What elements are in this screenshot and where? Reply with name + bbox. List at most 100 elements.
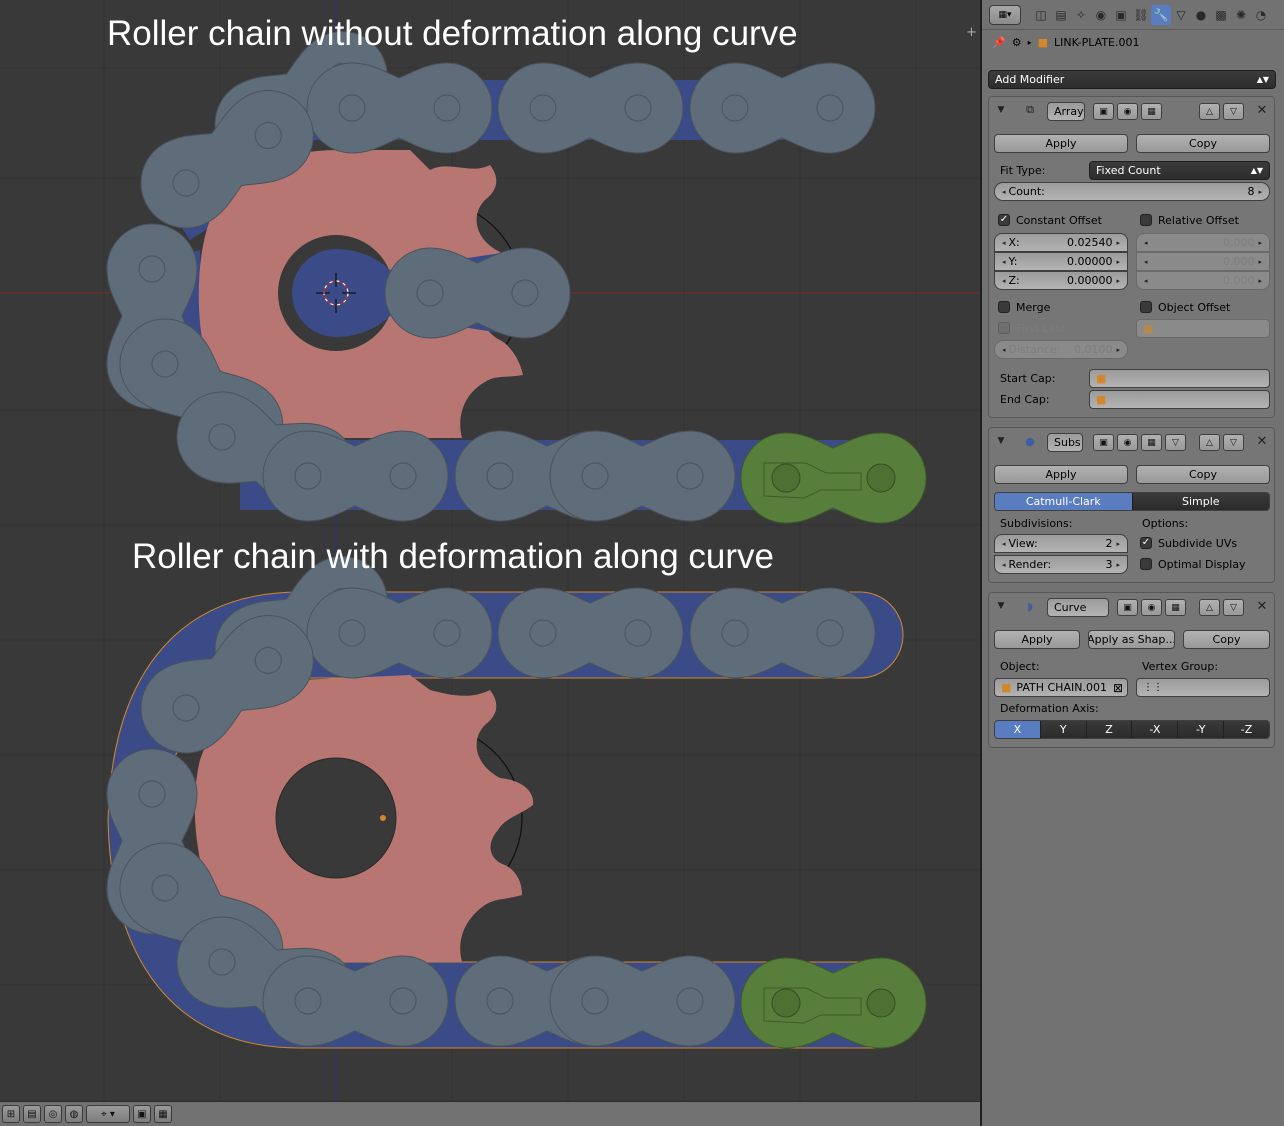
move-down-icon[interactable]: ▽ [1223,434,1244,451]
simple-option[interactable]: Simple [1132,493,1269,510]
fit-type-label: Fit Type: [1000,164,1046,177]
editor-type-icon[interactable]: ▦▾ [989,4,1021,25]
catmull-clark-option[interactable]: Catmull-Clark [995,493,1133,510]
render-toggle-icon[interactable]: ▣ [1093,434,1114,451]
curve-header: ▼ ◗ Curve ▣ ◉ ▦ △ ▽ ✕ [989,593,1274,619]
viewport-toggle-icon[interactable]: ◉ [1141,599,1162,616]
dropdown-arrows-icon: ▲▼ [1256,75,1269,84]
cube-icon: ■ [1143,322,1154,335]
editmode-toggle-icon[interactable]: ▦ [1141,103,1162,120]
move-up-icon[interactable]: △ [1199,434,1220,451]
end-cap-field[interactable]: ■ [1089,390,1270,409]
material-tab-icon[interactable]: ● [1191,5,1211,25]
close-icon[interactable]: ✕ [1255,433,1269,449]
world-tab-icon[interactable]: ◉ [1091,5,1111,25]
viewport-toggle-icon[interactable]: ◉ [1117,434,1138,451]
axis-neg-z-option[interactable]: -Z [1224,721,1269,738]
clear-x-icon[interactable]: ⊠ [1113,681,1123,695]
breadcrumb-object-name: LINK-PLATE.001 [1054,36,1140,49]
bottom-chain[interactable] [101,539,927,1053]
axis-neg-y-option[interactable]: -Y [1178,721,1225,738]
collapse-triangle-icon[interactable]: ▼ [995,102,1007,118]
options-label: Options: [1142,517,1189,530]
cage-toggle-icon[interactable]: ▽ [1165,434,1186,451]
deformation-axis-toggle[interactable]: X Y Z -X -Y -Z [994,720,1270,739]
array-header: ▼ ⧉ Array ▣ ◉ ▦ △ ▽ ✕ [989,97,1274,123]
subsurf-apply-button[interactable]: Apply [994,465,1128,484]
pivot-icon[interactable]: ◍ [65,1105,83,1123]
close-icon[interactable]: ✕ [1255,102,1269,118]
start-cap-field[interactable]: ■ [1089,369,1270,388]
merge-checkbox[interactable] [998,301,1010,313]
pin-icon[interactable]: 📌 [992,36,1006,49]
collapse-triangle-icon[interactable]: ▼ [995,433,1007,449]
subsurf-modifier-panel: ▼ ● Subs ▣ ◉ ▦ ▽ △ ▽ ✕ Apply Copy Catmul… [988,427,1275,583]
view-levels-field[interactable]: ◂ View: 2 ▸ [994,534,1128,553]
top-chain[interactable] [101,14,927,528]
particles-tab-icon[interactable]: ✺ [1231,5,1251,25]
object-offset-checkbox[interactable] [1140,301,1152,313]
optimal-display-checkbox[interactable] [1140,558,1152,570]
add-modifier-dropdown[interactable]: Add Modifier ▲▼ [988,70,1276,89]
array-copy-button[interactable]: Copy [1136,134,1270,153]
close-icon[interactable]: ✕ [1255,598,1269,614]
cube-icon: ■ [1037,36,1048,49]
move-up-icon[interactable]: △ [1199,599,1220,616]
viewport-toggle-icon[interactable]: ◉ [1117,103,1138,120]
render-toggle-icon[interactable]: ▣ [1117,599,1138,616]
3d-viewport[interactable]: + Roller chain without deformation along… [0,0,980,1101]
array-apply-button[interactable]: Apply [994,134,1128,153]
first-last-checkbox [998,322,1010,334]
object-offset-label: Object Offset [1158,301,1231,314]
subdivision-type-toggle[interactable]: Catmull-Clark Simple [994,492,1270,511]
relative-offset-checkbox[interactable] [1140,214,1152,226]
subsurf-name-field[interactable]: Subs [1047,433,1083,452]
subdivide-uvs-checkbox[interactable]: ✓ [1140,537,1152,549]
axis-x-option[interactable]: X [995,721,1041,738]
subsurf-copy-button[interactable]: Copy [1136,465,1270,484]
move-down-icon[interactable]: ▽ [1223,599,1244,616]
render-icon[interactable]: ▦ [154,1105,172,1123]
curve-apply-as-shape-button[interactable]: Apply as Shap... [1088,630,1175,649]
object-tab-icon[interactable]: ▣ [1111,5,1131,25]
move-up-icon[interactable]: △ [1199,103,1220,120]
axis-z-option[interactable]: Z [1086,721,1133,738]
vertex-group-field[interactable]: ⋮⋮ [1136,678,1270,697]
data-tab-icon[interactable]: ▽ [1171,5,1191,25]
curve-object-field[interactable]: ■ PATH CHAIN.001 ⊠ [994,678,1128,697]
physics-tab-icon[interactable]: ◔ [1251,5,1271,25]
object-mode-icon[interactable]: ▤ [23,1105,41,1123]
constraints-tab-icon[interactable]: ⛓ [1131,5,1151,25]
collapse-triangle-icon[interactable]: ▼ [995,598,1007,614]
curve-copy-button[interactable]: Copy [1183,630,1270,649]
curve-name-field[interactable]: Curve [1047,598,1109,617]
move-down-icon[interactable]: ▽ [1223,103,1244,120]
object-label: Object: [1000,660,1040,673]
editmode-toggle-icon[interactable]: ▦ [1165,599,1186,616]
shading-icon[interactable]: ◎ [44,1105,62,1123]
render-tab-icon[interactable]: ◫ [1031,5,1051,25]
layer-icon[interactable]: ▣ [133,1105,151,1123]
constant-offset-checkbox[interactable]: ✓ [998,214,1010,226]
curve-apply-button[interactable]: Apply [994,630,1080,649]
modifiers-tab-icon[interactable]: 🔧 [1151,4,1171,25]
count-field[interactable]: ◂ Count: 8 ▸ [994,182,1270,201]
offset-y-field[interactable]: ◂ Y: 0.00000 ▸ [994,252,1128,271]
editmode-toggle-icon[interactable]: ▦ [1141,434,1162,451]
fit-type-dropdown[interactable]: Fixed Count ▲▼ [1089,161,1270,180]
title-with-deformation: Roller chain with deformation along curv… [132,537,774,576]
view-menu-icon[interactable]: ⊞ [2,1105,20,1123]
axis-y-option[interactable]: Y [1040,721,1087,738]
manipulator-icon[interactable]: ⌖ ▾ [86,1105,130,1123]
texture-tab-icon[interactable]: ▩ [1211,5,1231,25]
render-toggle-icon[interactable]: ▣ [1093,103,1114,120]
increment-arrow-icon[interactable]: ▸ [1254,188,1262,196]
offset-x-field[interactable]: ◂ X: 0.02540 ▸ [994,233,1128,252]
render-layers-tab-icon[interactable]: ▤ [1051,5,1071,25]
render-levels-field[interactable]: ◂ Render: 3 ▸ [994,555,1128,574]
offset-z-field[interactable]: ◂ Z: 0.00000 ▸ [994,271,1128,290]
relative-offset-label: Relative Offset [1158,214,1239,227]
scene-tab-icon[interactable]: ✧ [1071,5,1091,25]
array-name-field[interactable]: Array [1047,102,1085,121]
axis-neg-x-option[interactable]: -X [1132,721,1179,738]
